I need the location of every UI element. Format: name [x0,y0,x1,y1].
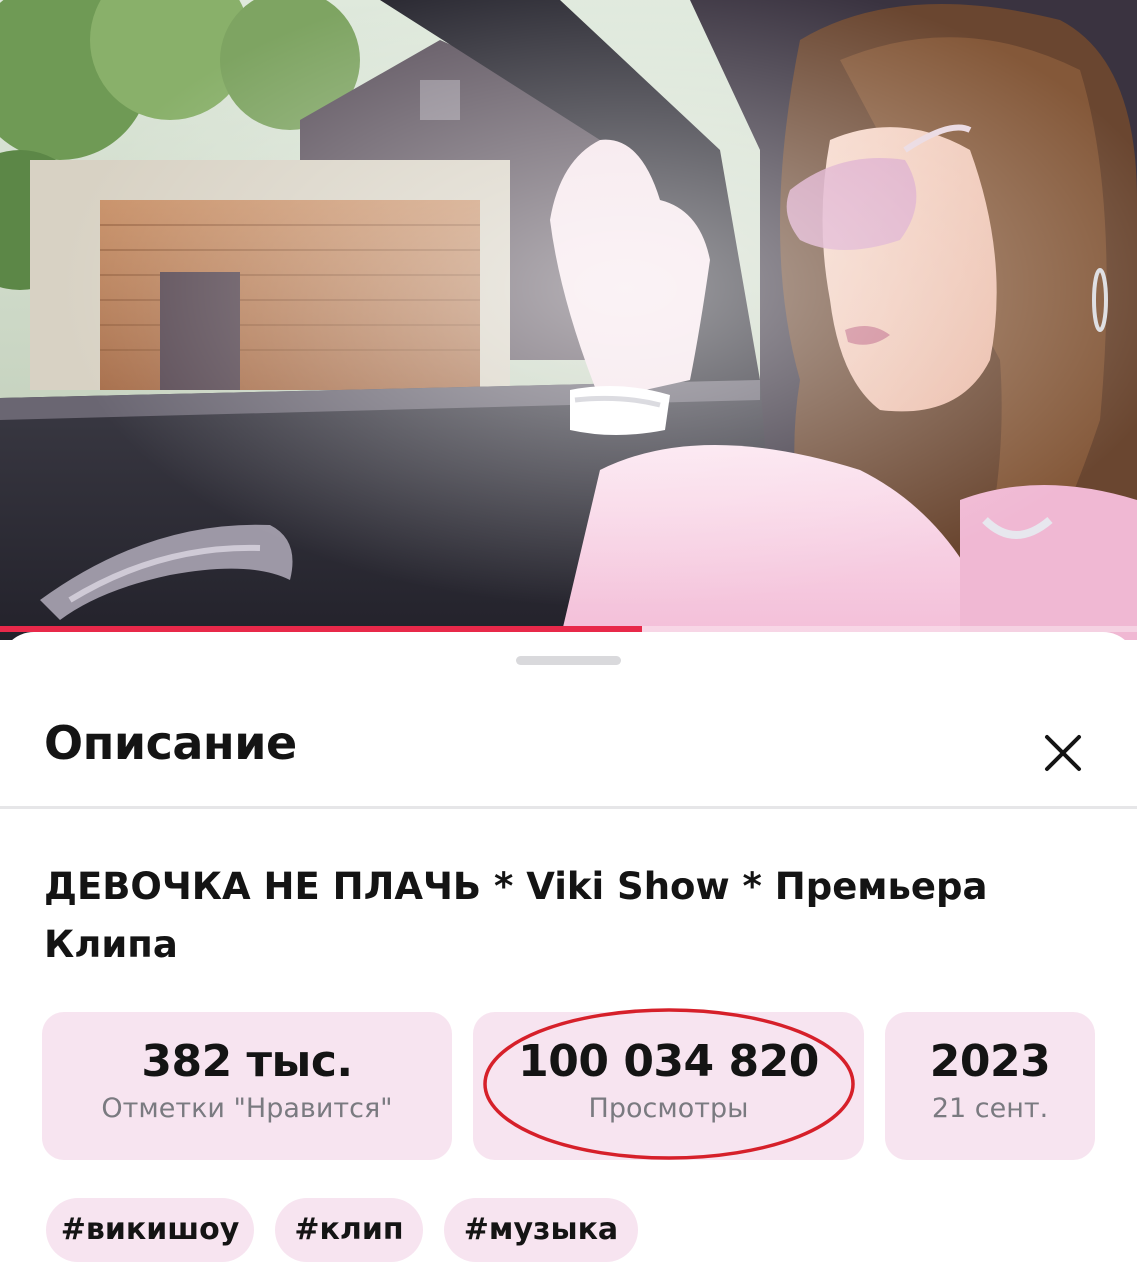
close-button[interactable] [1030,720,1096,786]
tag-music[interactable]: #музыка [444,1198,638,1262]
views-card: 100 034 820 Просмотры [473,1012,864,1160]
video-player[interactable] [0,0,1137,640]
video-title: ДЕВОЧКА НЕ ПЛАЧЬ * Viki Show * Премьера … [44,865,988,966]
description-sheet: Описание ДЕВОЧКА НЕ ПЛАЧЬ * Viki Show * … [0,632,1137,1280]
date-label: 21 сент. [931,1093,1049,1124]
tag-clip[interactable]: #клип [275,1198,423,1262]
video-frame [0,0,1137,640]
views-count: 100 034 820 [518,1036,819,1087]
close-icon [1045,735,1081,771]
year-value: 2023 [929,1036,1051,1087]
tag-vikishow[interactable]: #викишоу [46,1198,254,1262]
date-card: 2023 21 сент. [885,1012,1095,1160]
likes-card: 382 тыс. Отметки "Нравится" [42,1012,452,1160]
likes-label: Отметки "Нравится" [101,1093,393,1124]
likes-count: 382 тыс. [141,1036,353,1087]
views-label: Просмотры [588,1093,749,1124]
sheet-title: Описание [44,716,297,770]
divider [0,806,1137,809]
sheet-grabber[interactable] [516,656,621,665]
